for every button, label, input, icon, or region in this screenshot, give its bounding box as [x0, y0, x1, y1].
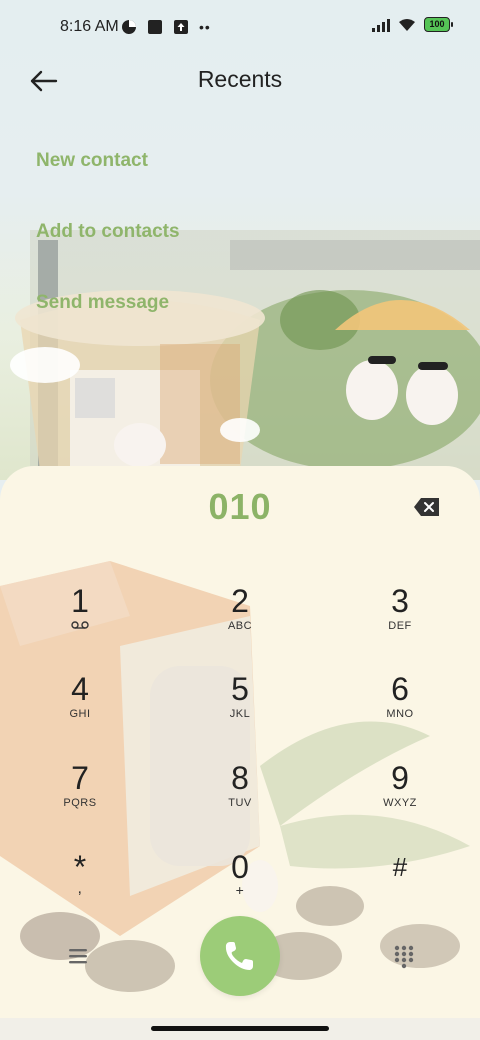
- backspace-button[interactable]: [412, 494, 442, 520]
- battery-icon: 100: [424, 17, 453, 32]
- menu-button[interactable]: [64, 942, 92, 970]
- key-2[interactable]: 2 ABC: [180, 580, 300, 660]
- voicemail-icon: [71, 621, 89, 629]
- signal-icon: [372, 18, 390, 32]
- key-8[interactable]: 8 TUV: [180, 757, 300, 837]
- send-message-button[interactable]: Send message: [36, 292, 169, 314]
- notification-icons: ••: [121, 18, 211, 36]
- key-9[interactable]: 9 WXYZ: [340, 757, 460, 837]
- upload-icon: [174, 20, 188, 34]
- new-contact-button[interactable]: New contact: [36, 150, 148, 172]
- dialpad-icon: [394, 945, 414, 969]
- key-4[interactable]: 4 GHI: [20, 668, 140, 748]
- wifi-icon: [399, 18, 415, 31]
- dialed-number: 010: [208, 486, 272, 527]
- home-indicator[interactable]: [151, 1026, 329, 1031]
- dialpad-toggle-button[interactable]: [390, 942, 418, 970]
- status-time: 8:16 AM: [60, 18, 119, 35]
- key-3[interactable]: 3 DEF: [340, 580, 460, 660]
- key-7[interactable]: 7 PQRS: [20, 757, 140, 837]
- key-6[interactable]: 6 MNO: [340, 668, 460, 748]
- menu-icon: [69, 949, 87, 964]
- backspace-icon: [414, 498, 439, 516]
- key-0[interactable]: 0 +: [180, 846, 300, 926]
- app-circle-icon: [122, 20, 136, 34]
- square-notification-icon: [148, 20, 162, 34]
- key-5[interactable]: 5 JKL: [180, 668, 300, 748]
- status-bar: 8:16 AM •• 100: [0, 0, 480, 56]
- add-to-contacts-button[interactable]: Add to contacts: [36, 221, 180, 243]
- system-icons: 100: [372, 17, 453, 32]
- key-star[interactable]: * ,: [20, 846, 140, 926]
- call-button[interactable]: [200, 916, 280, 996]
- phone-icon: [225, 942, 253, 970]
- page-title: Recents: [197, 66, 283, 92]
- key-1[interactable]: 1: [20, 580, 140, 660]
- more-dots-icon: ••: [199, 19, 211, 35]
- key-hash[interactable]: #: [340, 846, 460, 926]
